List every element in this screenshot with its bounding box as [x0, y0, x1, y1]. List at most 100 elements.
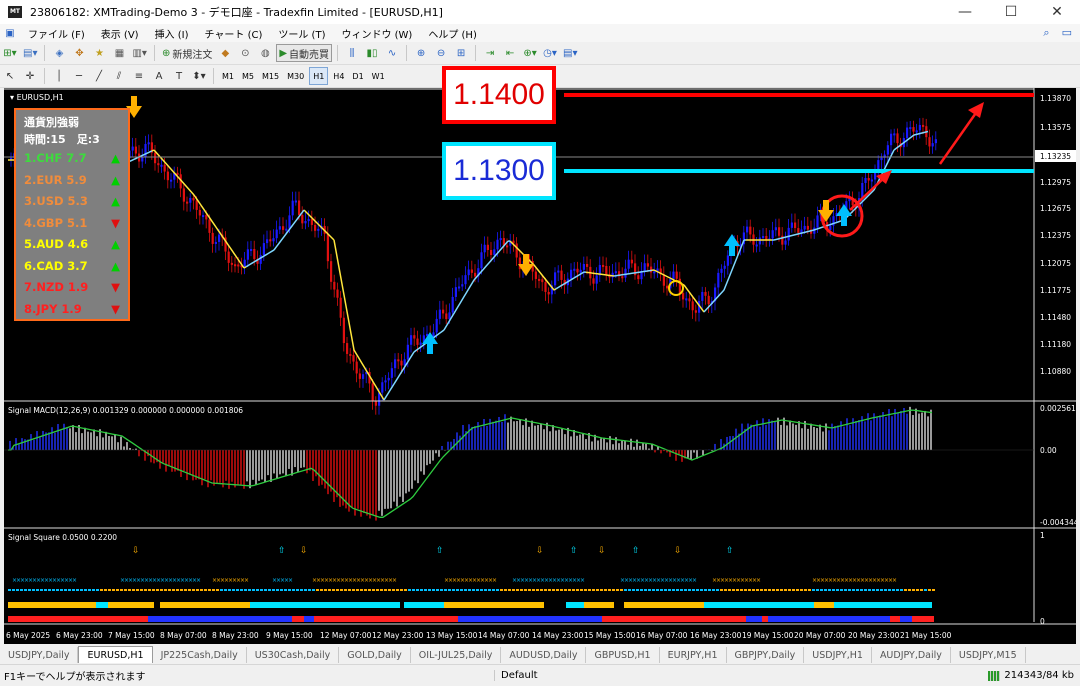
new-chart-icon[interactable]: ⊞▾: [1, 44, 19, 62]
square-block: [72, 616, 74, 622]
vertical-line-icon[interactable]: │: [50, 67, 68, 85]
candle-body: [470, 269, 473, 273]
label-icon[interactable]: T: [170, 67, 188, 85]
square-dot: [672, 589, 675, 591]
period-h1[interactable]: H1: [309, 67, 329, 85]
chat-icon[interactable]: ▭: [1062, 26, 1072, 40]
chart-tab[interactable]: AUDJPY,Daily: [872, 647, 951, 663]
period-d1[interactable]: D1: [349, 68, 366, 84]
chart-tab[interactable]: EURJPY,H1: [660, 647, 727, 663]
period-h4[interactable]: H4: [330, 68, 347, 84]
auto-trading-button[interactable]: ▶ 自動売買: [276, 44, 333, 62]
data-window-icon[interactable]: ✥: [70, 44, 88, 62]
indicators-icon[interactable]: ⊕▾: [521, 44, 539, 62]
tile-windows-icon[interactable]: ⊞: [452, 44, 470, 62]
profiles-icon[interactable]: ▤▾: [21, 44, 39, 62]
candle-body: [160, 164, 163, 167]
close-button[interactable]: ✕: [1034, 0, 1080, 24]
minimize-button[interactable]: —: [942, 0, 988, 24]
square-block: [734, 616, 736, 622]
menu-charts[interactable]: チャート (C): [197, 26, 271, 41]
horizontal-line-icon[interactable]: ─: [70, 67, 88, 85]
candle-body: [141, 156, 144, 162]
square-block: [558, 616, 560, 622]
chart-shift-icon[interactable]: ⇥: [481, 44, 499, 62]
chart-tab[interactable]: GBPUSD,H1: [586, 647, 660, 663]
chart-tab[interactable]: JP225Cash,Daily: [153, 647, 247, 663]
line-chart-icon[interactable]: ∿: [383, 44, 401, 62]
square-dot: [100, 589, 103, 591]
arrows-icon[interactable]: ⬍▾: [190, 67, 208, 85]
templates-icon[interactable]: ▤▾: [561, 44, 579, 62]
candle-body: [755, 244, 758, 247]
period-m1[interactable]: M1: [219, 68, 237, 84]
zoom-out-icon[interactable]: ⊖: [432, 44, 450, 62]
autoscroll-icon[interactable]: ⇤: [501, 44, 519, 62]
down-arrow-signal: [518, 254, 534, 276]
candle-body: [186, 201, 189, 204]
maximize-button[interactable]: ☐: [988, 0, 1034, 24]
candle-body: [675, 271, 678, 279]
square-block: [328, 616, 330, 622]
chart-tab[interactable]: OIL-JUL25,Daily: [411, 647, 502, 663]
crosshair-icon[interactable]: ✛: [21, 67, 39, 85]
square-block: [246, 616, 248, 622]
square-block: [254, 616, 256, 622]
periods-icon[interactable]: ◷▾: [541, 44, 559, 62]
trendline-icon[interactable]: ╱: [90, 67, 108, 85]
square-dot: [644, 589, 647, 591]
channel-icon[interactable]: ⫽: [110, 67, 128, 85]
chart-window-icon[interactable]: ▣: [1, 24, 19, 42]
square-dot: [924, 589, 927, 591]
bar-chart-icon[interactable]: ⫼: [343, 44, 361, 62]
up-triangle-icon: ▲: [111, 237, 120, 251]
menu-help[interactable]: ヘルプ (H): [420, 26, 485, 41]
metaeditor-icon[interactable]: ◆: [216, 44, 234, 62]
menu-tools[interactable]: ツール (T): [270, 26, 333, 41]
tester-icon[interactable]: ▥▾: [130, 44, 148, 62]
square-dot: [596, 589, 599, 591]
fibonacci-icon[interactable]: ≡: [130, 67, 148, 85]
chart-tab[interactable]: USDJPY,H1: [804, 647, 872, 663]
square-dot: [136, 589, 139, 591]
period-m5[interactable]: M5: [239, 68, 257, 84]
chart-tab[interactable]: US30Cash,Daily: [247, 647, 340, 663]
candlestick-icon[interactable]: ▮▯: [363, 44, 381, 62]
chart-tab[interactable]: AUDUSD,Daily: [501, 647, 587, 663]
period-w1[interactable]: W1: [369, 68, 388, 84]
chart-window[interactable]: ▾ EURUSD,H1 1.13870 1.13575 1.13235 1.12…: [4, 66, 1076, 644]
new-order-button[interactable]: ⊕ 新規注文: [160, 44, 214, 62]
market-watch-icon[interactable]: ◈: [50, 44, 68, 62]
square-block: [434, 616, 436, 622]
navigator-icon[interactable]: ★: [90, 44, 108, 62]
period-m30[interactable]: M30: [284, 68, 307, 84]
cursor-icon[interactable]: ↖: [1, 67, 19, 85]
square-dot: [316, 589, 319, 591]
text-icon[interactable]: A: [150, 67, 168, 85]
square-block: [928, 616, 930, 622]
up-arrow-icon: ⇧: [570, 546, 578, 556]
chart-tab[interactable]: GOLD,Daily: [339, 647, 411, 663]
chart-tab[interactable]: USDJPY,M15: [951, 647, 1026, 663]
square-block: [388, 616, 390, 622]
candle-body: [592, 278, 595, 284]
search-icon[interactable]: ⌕: [1043, 26, 1049, 40]
menu-view[interactable]: 表示 (V): [93, 26, 147, 41]
menu-file[interactable]: ファイル (F): [20, 26, 93, 41]
period-m15[interactable]: M15: [259, 68, 282, 84]
zoom-in-icon[interactable]: ⊕: [412, 44, 430, 62]
square-block: [586, 616, 588, 622]
menu-insert[interactable]: 挿入 (I): [147, 26, 197, 41]
menu-window[interactable]: ウィンドウ (W): [333, 26, 420, 41]
square-block: [490, 616, 492, 622]
square-block: [318, 616, 320, 622]
chart-tab[interactable]: EURUSD,H1: [78, 646, 153, 663]
square-block: [742, 616, 744, 622]
signals-icon[interactable]: ⊙: [236, 44, 254, 62]
terminal-icon[interactable]: ▦: [110, 44, 128, 62]
chart-tab[interactable]: USDJPY,Daily: [0, 647, 79, 663]
chart-tab[interactable]: GBPJPY,Daily: [727, 647, 805, 663]
square-dot: [588, 589, 591, 591]
square-dot: [364, 589, 367, 591]
market-icon[interactable]: ◍: [256, 44, 274, 62]
